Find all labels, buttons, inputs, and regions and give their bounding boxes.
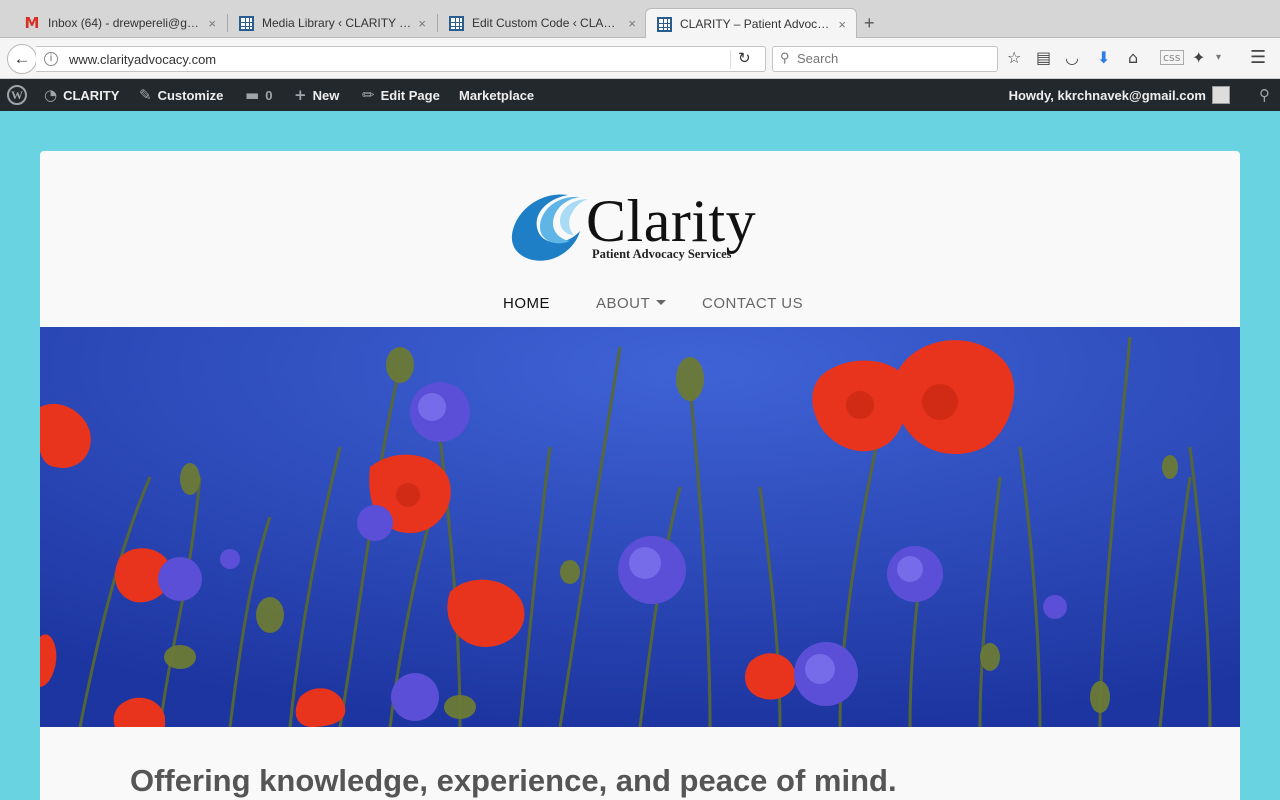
tab-title: Media Library ‹ CLARITY —… — [262, 16, 413, 30]
pencil-icon: ✏ — [362, 86, 375, 104]
url-text[interactable]: www.clarityadvocacy.com — [69, 52, 216, 67]
tab-edit-custom-code[interactable]: Edit Custom Code ‹ CLARI… × — [438, 8, 646, 38]
nav-contact[interactable]: CONTACT US — [702, 295, 803, 312]
wordpress-logo-icon: W — [7, 85, 27, 105]
menu-icon[interactable]: ☰ — [1250, 48, 1266, 68]
reading-list-icon[interactable]: ▤ — [1036, 48, 1051, 68]
tab-media-library[interactable]: Media Library ‹ CLARITY —… × — [228, 8, 436, 38]
clarity-logo-mark-icon — [511, 194, 588, 261]
howdy-label: Howdy, kkrchnavek@gmail.com — [1008, 87, 1206, 103]
info-icon[interactable]: i — [44, 52, 58, 66]
back-button[interactable]: ← — [7, 44, 37, 74]
search-icon: ⚲ — [1259, 86, 1270, 104]
download-icon[interactable]: ⬇ — [1097, 48, 1110, 68]
wordpress-grid-icon — [238, 15, 254, 31]
browser-tab-bar: M Inbox (64) - drewpereli@g… × Media Lib… — [0, 0, 1280, 39]
logo-wordmark: Clarity — [586, 188, 757, 254]
browser-toolbar: ← i www.clarityadvocacy.com ↻ ⚲ ☆ ▤ ◡ ⬇ … — [0, 38, 1280, 79]
new-content-link[interactable]: + New — [294, 79, 339, 111]
nav-home[interactable]: HOME — [503, 295, 550, 312]
url-bar[interactable]: i www.clarityadvocacy.com ↻ — [36, 46, 766, 72]
main-navigation: HOME ABOUT CONTACT US — [40, 295, 1240, 317]
close-icon[interactable]: × — [418, 16, 426, 31]
comments-link[interactable]: ▬ 0 — [245, 79, 272, 111]
pocket-icon[interactable]: ◡ — [1065, 48, 1079, 68]
wp-logo-button[interactable]: W — [7, 79, 27, 111]
account-menu[interactable]: Howdy, kkrchnavek@gmail.com — [1009, 79, 1230, 111]
site-name-link[interactable]: ◔ CLARITY — [44, 79, 119, 111]
tab-title: Edit Custom Code ‹ CLARI… — [472, 16, 623, 30]
gmail-icon: M — [24, 14, 40, 32]
home-icon[interactable]: ⌂ — [1128, 48, 1138, 68]
tab-clarity-active[interactable]: CLARITY – Patient Advocac… × — [645, 8, 857, 39]
search-bar[interactable]: ⚲ — [772, 46, 998, 72]
bookmark-star-icon[interactable]: ☆ — [1007, 48, 1021, 68]
search-input[interactable] — [797, 51, 987, 66]
nav-about-label: ABOUT — [596, 295, 651, 312]
close-icon[interactable]: × — [208, 16, 216, 31]
admin-search-button[interactable]: ⚲ — [1259, 79, 1270, 111]
marketplace-link[interactable]: Marketplace — [459, 79, 534, 111]
tab-title: Inbox (64) - drewpereli@g… — [48, 16, 199, 30]
wordpress-grid-icon — [656, 16, 672, 32]
site-tagline-heading: Offering knowledge, experience, and peac… — [130, 763, 897, 798]
hero-image — [40, 327, 1240, 727]
nav-about[interactable]: ABOUT — [596, 295, 667, 312]
wp-admin-bar: W ◔ CLARITY ✎ Customize ▬ 0 + New ✏ Edit… — [0, 79, 1280, 111]
wordpress-grid-icon — [448, 15, 464, 31]
paintbrush-icon: ✎ — [139, 86, 152, 104]
caret-down-icon — [656, 300, 667, 306]
site-name-label: CLARITY — [63, 87, 120, 103]
edit-page-link[interactable]: ✏ Edit Page — [362, 79, 440, 111]
close-icon[interactable]: × — [838, 17, 846, 32]
chevron-down-icon[interactable]: ▾ — [1216, 48, 1221, 68]
new-label: New — [312, 87, 340, 103]
arrow-left-icon: ← — [13, 49, 31, 68]
logo-tagline: Patient Advocacy Services — [592, 247, 732, 261]
customize-label: Customize — [157, 87, 224, 103]
marketplace-label: Marketplace — [459, 87, 535, 103]
extension-icon[interactable]: ✦ — [1192, 48, 1205, 68]
site-logo[interactable]: Clarity Patient Advocacy Services — [510, 173, 780, 268]
customize-link[interactable]: ✎ Customize — [139, 79, 223, 111]
wildflowers-photo — [40, 327, 1240, 727]
css-extension-icon[interactable]: css — [1160, 50, 1184, 65]
reload-icon[interactable]: ↻ — [738, 49, 751, 67]
edit-page-label: Edit Page — [380, 87, 440, 103]
comment-bubble-icon: ▬ — [245, 86, 260, 104]
site-page: Clarity Patient Advocacy Services HOME A… — [40, 151, 1240, 800]
avatar — [1212, 86, 1230, 104]
tab-title: CLARITY – Patient Advocac… — [680, 17, 833, 31]
dashboard-icon: ◔ — [44, 86, 58, 104]
tab-gmail[interactable]: M Inbox (64) - drewpereli@g… × — [14, 8, 226, 38]
search-icon: ⚲ — [780, 50, 790, 65]
new-tab-button[interactable]: + — [864, 13, 875, 34]
close-icon[interactable]: × — [628, 16, 636, 31]
comments-count: 0 — [265, 87, 273, 103]
plus-icon: + — [294, 86, 307, 104]
